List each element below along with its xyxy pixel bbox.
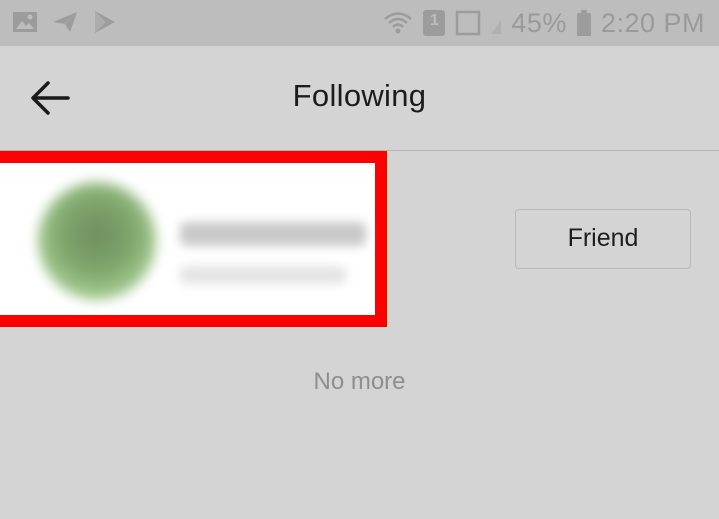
battery-icon [576, 10, 591, 36]
status-system-icons: 1 45% 2:20 PM [383, 4, 705, 42]
end-of-list-text: No more [313, 368, 406, 395]
signal-bars-icon [491, 20, 502, 34]
app-bar: Following [0, 46, 719, 151]
play-store-icon [95, 11, 115, 33]
sim-icon: 1 [423, 10, 446, 36]
avatar[interactable] [38, 182, 156, 300]
status-bar: 1 45% 2:20 PM [0, 0, 719, 46]
battery-percent: 45% [511, 7, 567, 38]
page-title: Following [292, 78, 427, 113]
send-icon [53, 12, 77, 32]
username-blurred[interactable] [180, 222, 366, 246]
no-signal-icon [456, 10, 481, 36]
following-screen: 1 45% 2:20 PM Following Friend No more [0, 0, 719, 519]
sim-badge: 1 [429, 12, 439, 29]
friend-button[interactable]: Friend [515, 209, 691, 269]
image-icon [13, 12, 37, 32]
status-notification-icons [12, 9, 118, 35]
subtitle-blurred [180, 266, 346, 284]
status-clock: 2:20 PM [600, 7, 705, 38]
wifi-icon [384, 12, 413, 34]
